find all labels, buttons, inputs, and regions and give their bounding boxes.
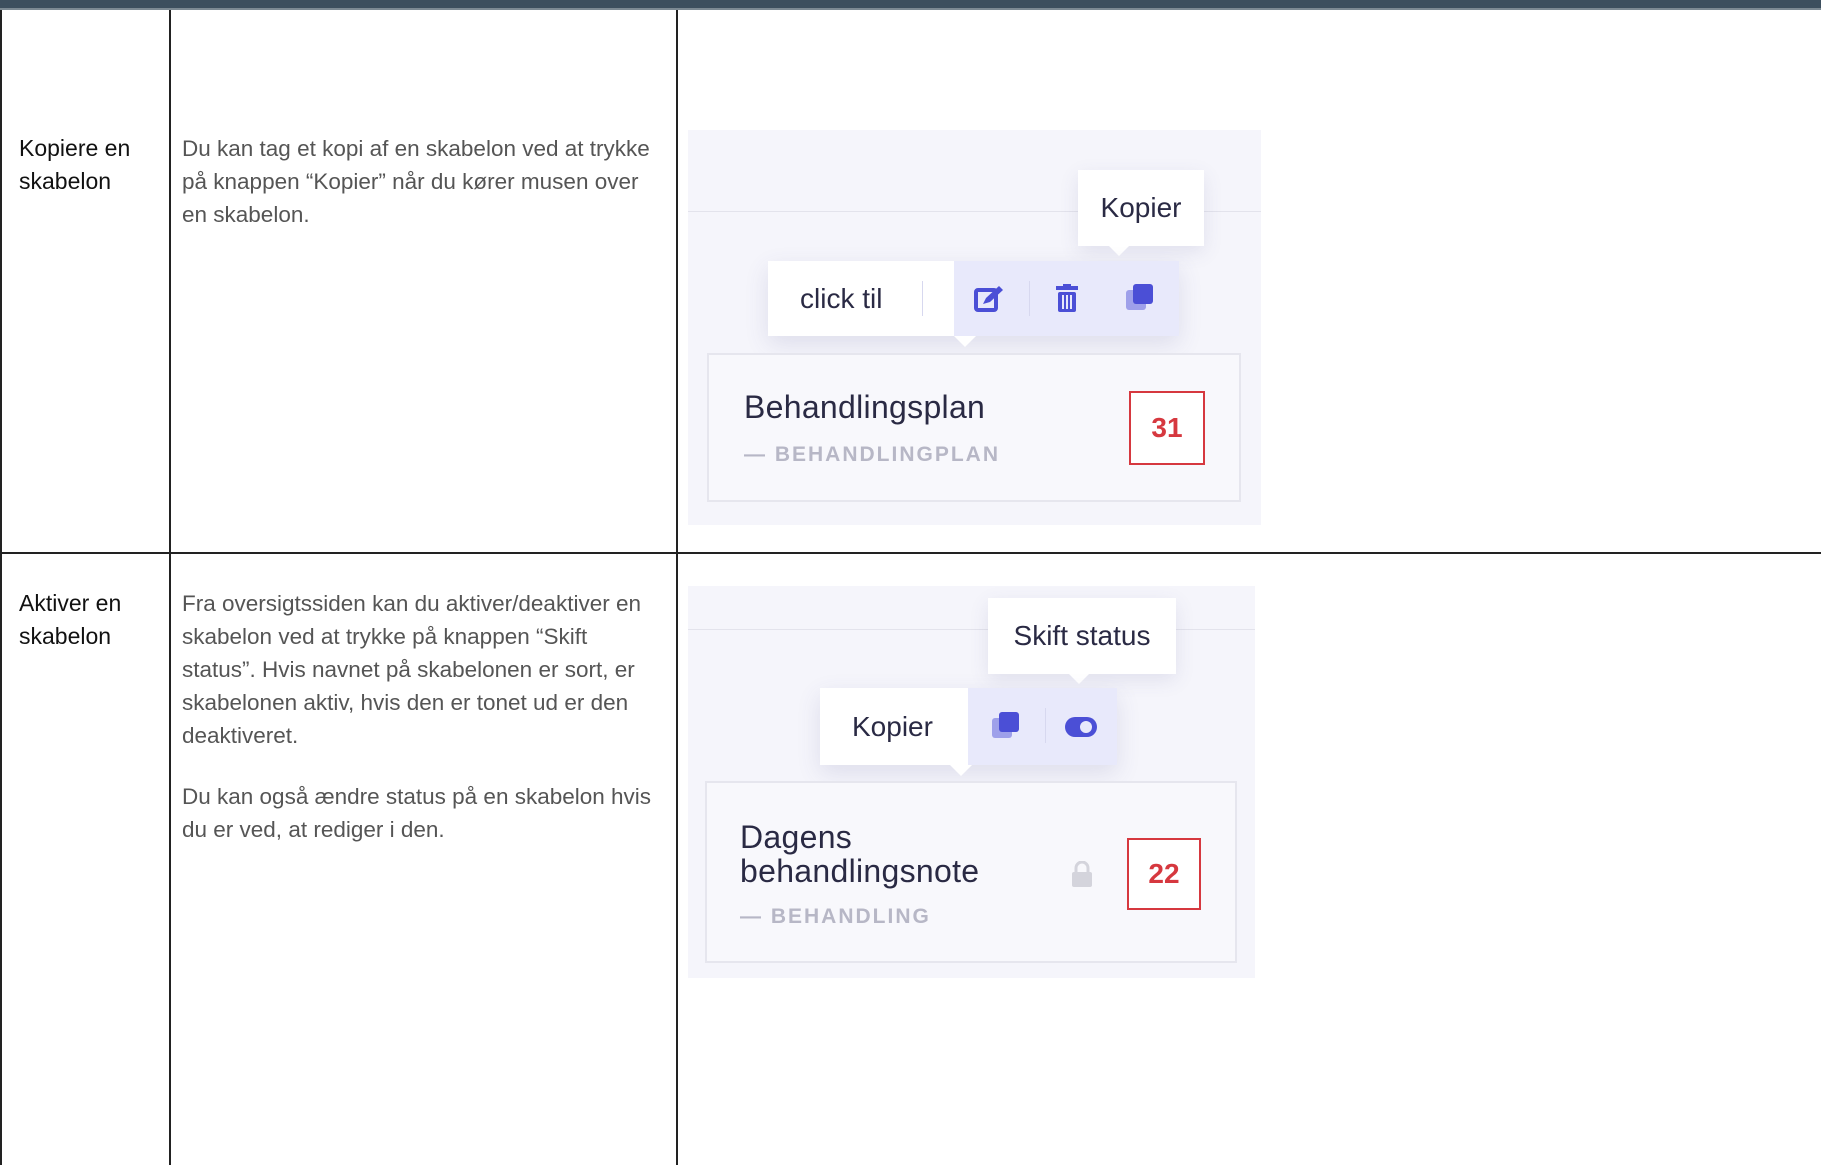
table-border-col2 xyxy=(676,10,678,1165)
copy-icon[interactable] xyxy=(1126,284,1154,312)
count-badge: 31 xyxy=(1129,391,1205,465)
trash-icon[interactable] xyxy=(1056,284,1078,312)
tooltip: Skift status xyxy=(988,598,1176,684)
tooltip-label: Kopier xyxy=(1100,192,1182,223)
toolbar-arrow xyxy=(954,336,976,347)
row-label: Kopiere en skabelon xyxy=(19,135,131,194)
toolbar-arrow xyxy=(950,765,972,776)
row-description: Du kan tag et kopi af en skabelon ved at… xyxy=(182,132,662,259)
toggle-icon[interactable] xyxy=(1065,717,1097,737)
row-label: Aktiver en skabelon xyxy=(19,590,122,649)
count-badge: 22 xyxy=(1127,838,1201,910)
template-card[interactable]: Behandlingsplan — BEHANDLINGPLAN 31 xyxy=(707,353,1241,502)
card-title: Behandlingsplan xyxy=(744,389,986,425)
copy-icon[interactable] xyxy=(992,712,1020,740)
screenshot-toggle-status: Skift status Kopier Dagens behandlingsno… xyxy=(688,586,1255,978)
paragraph: Fra oversigtssiden kan du aktiver/deakti… xyxy=(182,591,641,748)
separator xyxy=(922,281,923,316)
separator xyxy=(1029,281,1030,316)
toolbar-label: Kopier xyxy=(852,710,933,742)
card-title-line2: behandlingsnote xyxy=(740,853,980,889)
row-description: Fra oversigtssiden kan du aktiver/deakti… xyxy=(182,587,662,874)
lock-icon xyxy=(1072,861,1092,887)
toolbar-label: click til xyxy=(800,282,883,314)
top-bar xyxy=(0,0,1821,10)
tooltip: Kopier xyxy=(1078,170,1204,256)
table-row-divider xyxy=(0,552,1821,554)
table-border-left xyxy=(0,10,2,1165)
screenshot-copy-template: Kopier click til Behandlingsplan — BEHAN… xyxy=(688,130,1261,525)
table-border-col1 xyxy=(169,10,171,1165)
card-subtitle: — BEHANDLING xyxy=(740,905,931,928)
template-card[interactable]: Dagens behandlingsnote — BEHANDLING 22 xyxy=(705,781,1237,963)
edit-icon[interactable] xyxy=(974,285,1004,313)
tooltip-arrow xyxy=(1108,245,1130,256)
toolbar-icons xyxy=(968,688,1117,765)
action-toolbar: click til xyxy=(768,261,1179,347)
separator xyxy=(1045,708,1046,743)
toolbar-icons xyxy=(954,261,1179,336)
action-toolbar: Kopier xyxy=(820,688,1117,776)
paragraph: Du kan tag et kopi af en skabelon ved at… xyxy=(182,136,650,227)
tooltip-arrow xyxy=(1068,673,1090,684)
paragraph: Du kan også ændre status på en skabelon … xyxy=(182,784,652,842)
card-subtitle: — BEHANDLINGPLAN xyxy=(744,443,1000,466)
tooltip-label: Skift status xyxy=(1013,620,1151,651)
